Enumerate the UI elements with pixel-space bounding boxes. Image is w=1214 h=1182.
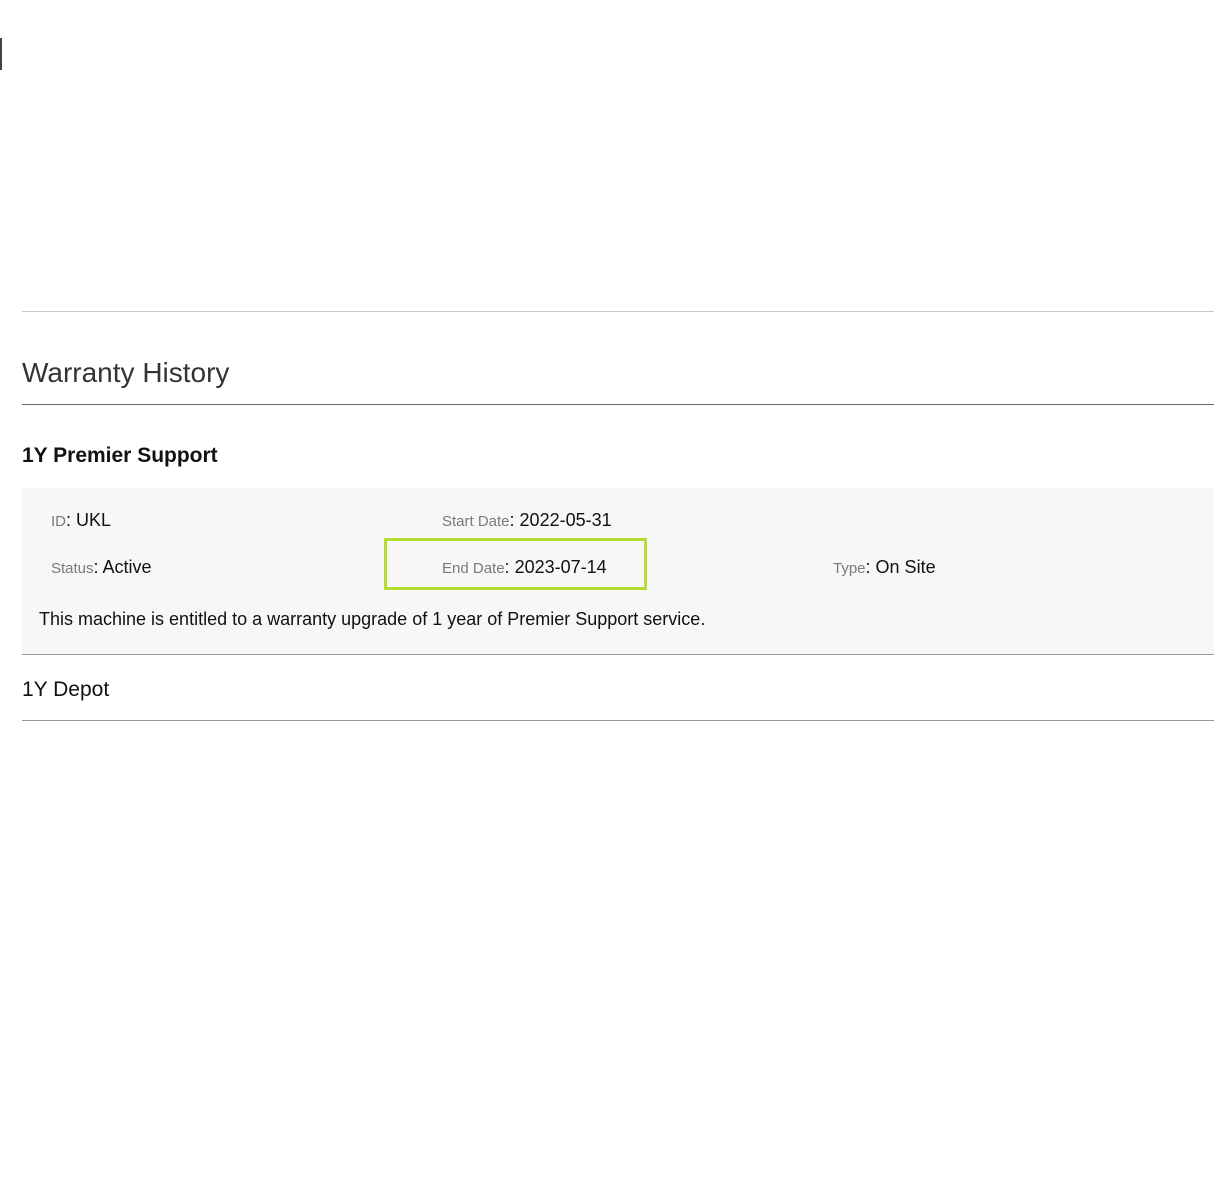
field-type-value: On Site — [875, 557, 936, 577]
field-id-value: UKL — [76, 510, 112, 530]
top-divider — [22, 311, 1214, 312]
field-end-date: End Date: 2023-07-14 — [442, 557, 607, 577]
field-end-date-label: End Date — [442, 560, 505, 577]
section-title-divider — [22, 404, 1214, 405]
field-start-date: Start Date: 2022-05-31 — [442, 510, 612, 530]
depot-bottom-divider — [22, 720, 1214, 721]
field-start-date-value: 2022-05-31 — [519, 510, 612, 530]
field-id-label: ID — [51, 513, 66, 530]
field-status-value: Active — [102, 557, 152, 577]
warranty-title-premier-support[interactable]: 1Y Premier Support — [22, 442, 218, 470]
field-start-date-label: Start Date — [442, 513, 510, 530]
field-status-label: Status — [51, 560, 94, 577]
field-id: ID: UKL — [51, 510, 112, 530]
warranty-title-depot[interactable]: 1Y Depot — [22, 676, 109, 704]
field-end-date-value: 2023-07-14 — [514, 557, 607, 577]
field-type: Type: On Site — [833, 557, 936, 577]
field-type-label: Type — [833, 560, 866, 577]
field-status: Status: Active — [51, 557, 152, 577]
section-title: Warranty History — [22, 357, 230, 388]
warranty-details-panel: ID: UKL Start Date: 2022-05-31 Status: A… — [22, 488, 1214, 654]
panel-bottom-divider — [22, 654, 1214, 655]
warranty-description: This machine is entitled to a warranty u… — [39, 609, 706, 629]
left-edge-mark — [0, 38, 2, 70]
